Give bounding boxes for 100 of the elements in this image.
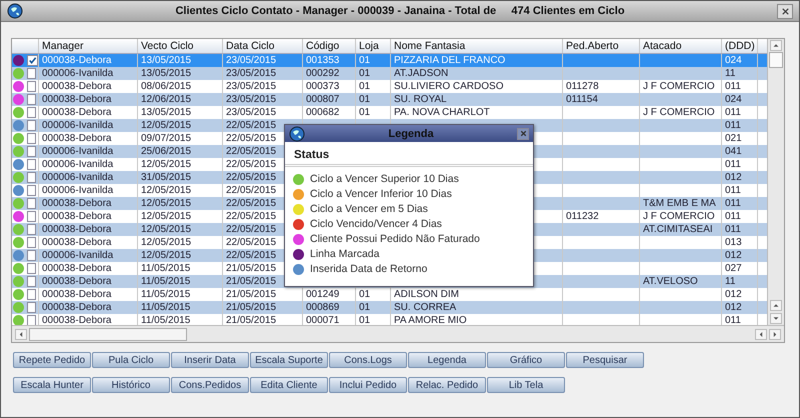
table-cell: 11/05/2015 [141,288,190,301]
table-cell: 01 [359,301,370,314]
table-cell: 000038-Debora [42,93,112,106]
table-cell: 000807 [306,93,340,106]
table-cell: 001353 [306,54,340,67]
table-cell: SU.LIVIERO CARDOSO [394,80,504,93]
table-cell: AT.JADSON [394,67,448,80]
table-cell: 011 [725,106,741,119]
table-cell: 22/05/2015 [226,223,276,236]
legend-label: Linha Marcada [310,248,380,260]
table-cell: 011278 [566,80,599,93]
table-cell: 012 [725,288,742,301]
table-cell: 011 [725,119,741,132]
table-cell: 001249 [306,288,340,301]
table-cell: 01 [359,93,370,106]
table-cell: PA AMORE MIO [394,314,467,327]
table-cell: 000038-Debora [42,301,112,314]
table-cell: 000006-Ivanilda [42,158,114,171]
table-cell: 000038-Debora [42,197,112,210]
table-cell: 22/05/2015 [226,184,276,197]
table-cell: 011232 [566,210,599,223]
table-cell: 01 [359,288,370,301]
table-cell: PA. NOVA CHARLOT [394,106,490,119]
table-cell: 22/05/2015 [226,171,276,184]
table-cell: 011 [725,80,741,93]
table-cell: 12/05/2015 [141,223,192,236]
table-cell: 000006-Ivanilda [42,184,114,197]
table-cell: 011 [725,158,741,171]
table-cell: 23/05/2015 [226,106,276,119]
table-cell: J F COMERCIO [643,106,715,119]
window-title: Clientes Ciclo Contato - Manager - 000039 - Janaina - Total de 474 Clientes em Ciclo [174,5,626,17]
dialog-title: Legenda [387,128,435,140]
table-cell: 13/05/2015 [141,106,192,119]
table-cell: 000006-Ivanilda [42,145,114,158]
table-cell: 013 [725,236,742,249]
table-cell: 09/07/2015 [141,132,192,145]
table-cell: 01 [359,314,370,327]
table-cell: 12/05/2015 [141,158,192,171]
table-cell: 011 [725,197,741,210]
table-cell: 000038-Debora [42,314,112,327]
table-cell: J F COMERCIO [643,210,715,223]
table-cell: 21/05/2015 [226,288,276,301]
table-cell: ADILSON DIM [394,288,460,301]
section-heading: Status [285,142,533,167]
table-cell: 31/05/2015 [141,171,192,184]
table-cell: 000006-Ivanilda [42,249,114,262]
table-cell: 011 [725,210,741,223]
table-cell: 024 [725,54,742,67]
table-cell: 11 [725,67,736,80]
table-cell: 000038-Debora [42,288,112,301]
legend-label: Ciclo a Vencer Inferior 10 Dias [310,188,452,200]
legend-label: Ciclo Vencido/Vencer 4 Dias [310,218,442,230]
table-cell: 024 [725,93,742,106]
table-cell: 000038-Debora [42,275,112,288]
legend-label: Ciclo a Vencer Superior 10 Dias [310,173,459,185]
table-cell: 11/05/2015 [141,301,190,314]
table-cell: 021 [725,132,742,145]
table-cell: 12/05/2015 [141,249,192,262]
table-cell: 22/05/2015 [226,145,276,158]
table-cell: 11/05/2015 [141,275,190,288]
table-cell: SU. CORREA [394,301,456,314]
table-cell: AT.CIMITASEAI [643,223,713,236]
table-cell: 11/05/2015 [141,314,190,327]
table-cell: 08/06/2015 [141,80,192,93]
table-cell: 22/05/2015 [226,132,276,145]
table-cell: 21/05/2015 [226,275,276,288]
legend-label: Ciclo a Vencer em 5 Dias [310,203,428,215]
table-cell: 000038-Debora [42,80,112,93]
table-cell: 12/05/2015 [141,236,192,249]
table-cell: SU. ROYAL [394,93,447,106]
table-cell: 000071 [306,314,340,327]
table-cell: 000006-Ivanilda [42,67,114,80]
table-cell: 011 [725,223,741,236]
table-cell: 13/05/2015 [141,67,192,80]
table-cell: 000038-Debora [42,210,112,223]
table-cell: 000038-Debora [42,262,112,275]
table-cell: 011154 [566,93,598,106]
table-cell: 11/05/2015 [141,262,190,275]
table-cell: 000006-Ivanilda [42,171,114,184]
table-cell: AT.VELOSO [643,275,698,288]
table-cell: 22/05/2015 [226,210,276,223]
table-cell: 12/05/2015 [141,119,192,132]
table-cell: 012 [725,249,742,262]
table-cell: 041 [725,145,742,158]
table-cell: 000038-Debora [42,132,112,145]
legend-label: Inserida Data de Retorno [310,263,428,275]
table-cell: 22/05/2015 [226,236,276,249]
table-cell: 000373 [306,80,340,93]
table-cell: 21/05/2015 [226,314,276,327]
table-cell: 25/06/2015 [141,145,192,158]
table-cell: 012 [725,171,742,184]
table-cell: T&M EMB E MA [643,197,716,210]
table-cell: 12/05/2015 [141,184,192,197]
table-cell: 027 [725,262,742,275]
table-cell: 01 [359,106,370,119]
table-cell: 000869 [306,301,340,314]
table-cell: J F COMERCIO [643,80,715,93]
table-cell: 23/05/2015 [226,93,276,106]
legend-label: Cliente Possui Pedido Não Faturado [310,233,480,245]
table-cell: 000038-Debora [42,236,112,249]
